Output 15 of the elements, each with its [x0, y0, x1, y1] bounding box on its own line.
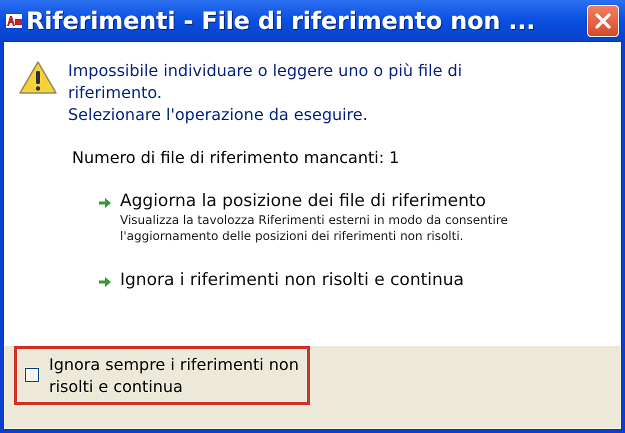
- option-link[interactable]: Aggiorna la posizione dei file di riferimento: [120, 191, 550, 211]
- close-icon: [594, 12, 612, 30]
- app-icon: [6, 14, 22, 28]
- arrow-icon: [98, 276, 112, 288]
- window-title: Riferimenti - File di riferimento non ...: [26, 7, 536, 35]
- checkbox[interactable]: [25, 368, 39, 382]
- missing-count-text: Numero di file di riferimento mancanti: 1: [72, 148, 400, 167]
- arrow-icon: [98, 197, 112, 209]
- message-text: Selezionare l'operazione da eseguire.: [68, 104, 369, 126]
- message-text: Impossibile individuare o leggere uno o più file di riferimento.: [68, 60, 464, 104]
- option-description: Visualizza la tavolozza Riferimenti esterni in modo da consentire l'aggiornamento delle posizioni dei riferimenti non risolti.: [120, 212, 509, 244]
- warning-icon: [18, 60, 58, 96]
- option-link[interactable]: Ignora i riferimenti non risolti e continua: [120, 270, 464, 290]
- close-button[interactable]: [587, 5, 619, 37]
- checkbox-option[interactable]: Ignora sempre i riferimenti non risolti e continua: [14, 346, 310, 405]
